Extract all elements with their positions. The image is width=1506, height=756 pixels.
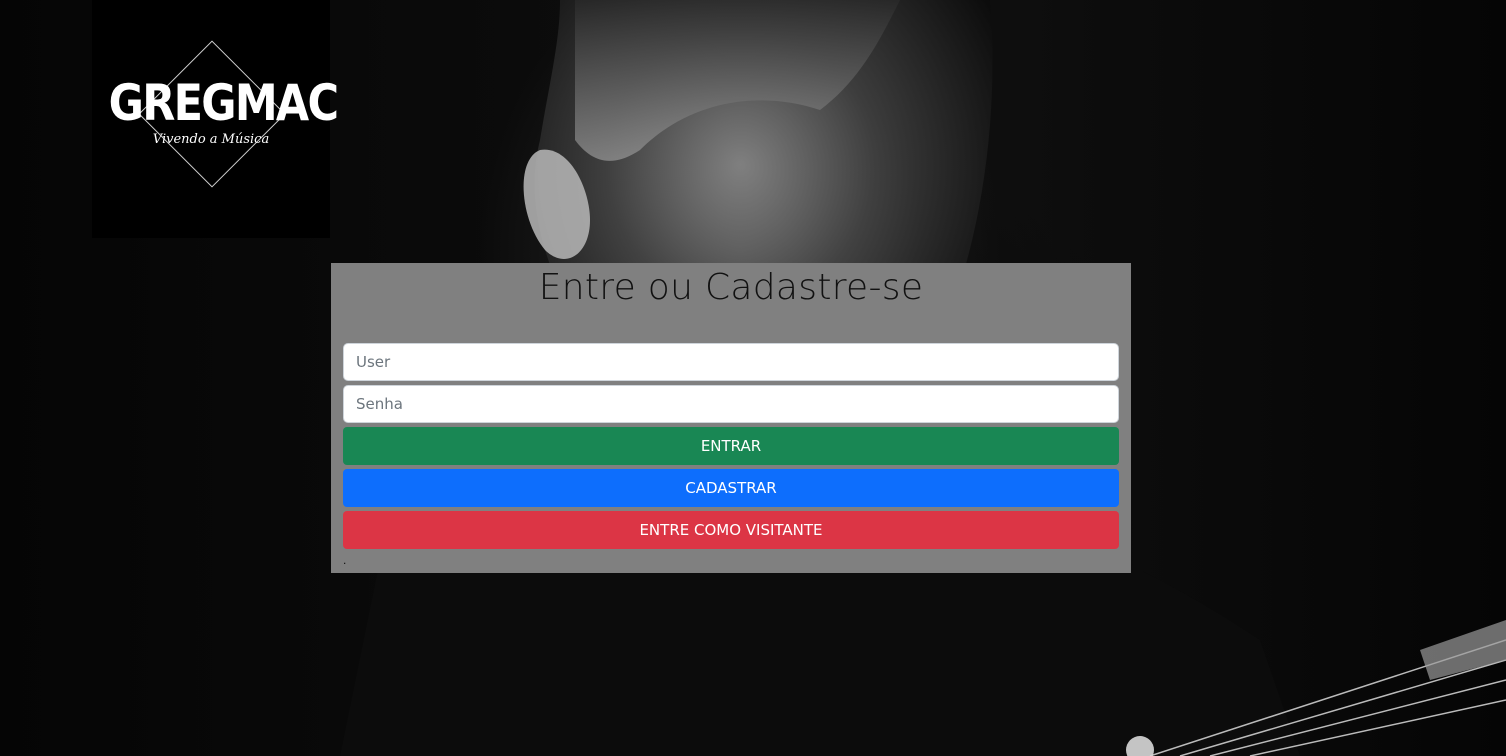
user-input[interactable] xyxy=(343,343,1119,381)
login-heading: Entre ou Cadastre-se xyxy=(538,267,924,308)
logo-subtitle: Vivendo a Música xyxy=(152,132,270,147)
login-panel: Entre ou Cadastre-se ENTRAR CADASTRAR EN… xyxy=(331,263,1131,573)
logo-title: GREGMAC xyxy=(108,74,339,132)
register-button[interactable]: CADASTRAR xyxy=(343,469,1119,507)
guest-button[interactable]: ENTRE COMO VISITANTE xyxy=(343,511,1119,549)
login-page: GREGMAC Vivendo a Música Entre ou Cadast… xyxy=(0,0,1506,756)
enter-button[interactable]: ENTRAR xyxy=(343,427,1119,465)
panel-footer-text: . xyxy=(343,553,347,567)
brand-logo: GREGMAC Vivendo a Música xyxy=(92,0,339,238)
password-input[interactable] xyxy=(343,385,1119,423)
